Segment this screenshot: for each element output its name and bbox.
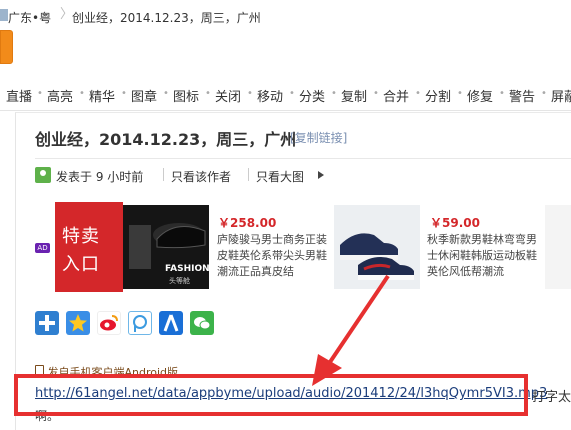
sale-entry-label-2: 入口 (62, 254, 100, 275)
toolbar-separator: • (331, 88, 337, 99)
toolbar-item-digest[interactable]: 精华 (89, 86, 115, 105)
breadcrumb-separator: 〉 (60, 7, 74, 22)
toolbar-separator: • (205, 88, 211, 99)
leather-shoe-icon (123, 205, 209, 289)
toolbar-separator: • (457, 88, 463, 99)
product1-price: ￥258.00 (218, 216, 277, 230)
home-icon[interactable] (0, 9, 8, 21)
toolbar-item-warn[interactable]: 警告 (509, 86, 535, 105)
play-arrow-icon[interactable] (318, 171, 324, 179)
toolbar-separator: • (163, 88, 169, 99)
product1-tag: FASHION (165, 264, 209, 274)
meta-divider (163, 168, 164, 181)
toolbar-item-close[interactable]: 关闭 (215, 86, 241, 105)
big-image-link[interactable]: 只看大图 (256, 168, 304, 185)
ad-badge: AD (35, 243, 50, 253)
toolbar-item-live[interactable]: 直播 (6, 86, 32, 105)
toolbar-separator: • (121, 88, 127, 99)
toolbar-separator: • (37, 88, 43, 99)
wechat-icon[interactable] (190, 311, 214, 335)
breadcrumb-region[interactable]: 广东•粤 (8, 9, 51, 26)
toolbar-item-stamp[interactable]: 图章 (131, 86, 157, 105)
breadcrumb-current[interactable]: 创业经，2014.12.23，周三，广州 (72, 9, 261, 26)
new-post-button[interactable] (0, 30, 13, 64)
toolbar-separator: • (373, 88, 379, 99)
meta-divider (248, 168, 249, 181)
toolbar-item-icon[interactable]: 图标 (173, 86, 199, 105)
toolbar-separator: • (415, 88, 421, 99)
highlight-box (14, 374, 528, 416)
toolbar-item-move[interactable]: 移动 (257, 86, 283, 105)
toolbar-item-highlight[interactable]: 高亮 (47, 86, 73, 105)
toolbar-item-category[interactable]: 分类 (299, 86, 325, 105)
toolbar-separator: • (79, 88, 85, 99)
toolbar-separator: • (541, 88, 547, 99)
title-divider (35, 158, 571, 159)
weibo-icon[interactable] (97, 311, 121, 335)
toolbar-separator: • (247, 88, 253, 99)
post-title: 创业经，2014.12.23，周三，广州 (35, 130, 297, 149)
toolbar-separator: • (499, 88, 505, 99)
product1-image[interactable]: FASHION 头等舱 (123, 205, 209, 289)
toolbar-item-repair[interactable]: 修复 (467, 86, 493, 105)
copy-link[interactable]: [复制链接] (290, 129, 347, 146)
annotation-arrow-icon (312, 274, 390, 386)
moderation-toolbar: 直播 • 高亮 • 精华 • 图章 • 图标 • 关闭 • 移动 • 分类 • … (0, 78, 571, 111)
qzone-star-icon[interactable] (66, 311, 90, 335)
product2-desc[interactable]: 秋季新款男鞋林弯弯男士休闲鞋韩版运动板鞋英伦风低帮潮流 (427, 232, 537, 280)
breadcrumb: 广东•粤 〉 创业经，2014.12.23，周三，广州 (0, 0, 571, 30)
online-user-icon (35, 167, 51, 183)
toolbar-item-merge[interactable]: 合并 (383, 86, 409, 105)
toolbar-item-copy[interactable]: 复制 (341, 86, 367, 105)
post-time: 发表于 9 小时前 (56, 170, 144, 184)
renren-icon[interactable] (159, 311, 183, 335)
product2-price: ￥59.00 (430, 216, 480, 230)
sale-entry-label-1: 特卖 (62, 226, 100, 247)
product1-subtag: 头等舱 (169, 277, 190, 285)
product3-image[interactable] (545, 205, 571, 289)
plus-icon[interactable] (35, 311, 59, 335)
post-text-tail: 打字太 (532, 390, 571, 405)
toolbar-separator: • (289, 88, 295, 99)
toolbar-item-block[interactable]: 屏蔽 (551, 86, 571, 105)
only-author-link[interactable]: 只看该作者 (171, 168, 231, 185)
toolbar-item-split[interactable]: 分割 (425, 86, 451, 105)
tencent-weibo-icon[interactable] (128, 311, 152, 335)
